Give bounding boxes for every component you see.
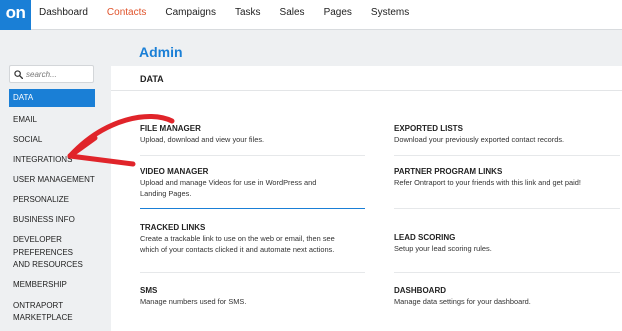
page-title: Admin bbox=[139, 44, 183, 60]
sidebar-item-social[interactable]: SOCIAL bbox=[9, 134, 95, 146]
divider-active bbox=[140, 208, 365, 209]
card-description: Download your previously exported contac… bbox=[394, 135, 565, 144]
card-partner-program-links[interactable]: PARTNER PROGRAM LINKS Refer Ontraport to… bbox=[394, 167, 594, 189]
nav-item-campaigns[interactable]: Campaigns bbox=[165, 0, 216, 30]
card-sms[interactable]: SMS Manage numbers used for SMS. bbox=[140, 286, 366, 308]
app-logo[interactable]: on bbox=[0, 0, 31, 30]
card-lead-scoring[interactable]: LEAD SCORING Setup your lead scoring rul… bbox=[394, 233, 620, 255]
card-title: FILE MANAGER bbox=[140, 124, 201, 133]
card-description: Manage numbers used for SMS. bbox=[140, 297, 247, 306]
card-description: Setup your lead scoring rules. bbox=[394, 244, 492, 253]
divider bbox=[140, 272, 365, 273]
card-title: PARTNER PROGRAM LINKS bbox=[394, 167, 503, 176]
top-navigation-bar: on Dashboard Contacts Campaigns Tasks Sa… bbox=[0, 0, 622, 30]
card-description: Upload, download and view your files. bbox=[140, 135, 265, 144]
card-title: VIDEO MANAGER bbox=[140, 167, 209, 176]
divider bbox=[394, 272, 620, 273]
nav-item-sales[interactable]: Sales bbox=[280, 0, 305, 30]
sidebar-item-personalize[interactable]: PERSONALIZE bbox=[9, 194, 95, 206]
sidebar-item-user-management[interactable]: USER MANAGEMENT bbox=[9, 174, 95, 186]
card-dashboard[interactable]: DASHBOARD Manage data settings for your … bbox=[394, 286, 620, 308]
card-video-manager[interactable]: VIDEO MANAGER Upload and manage Videos f… bbox=[140, 167, 335, 199]
main-nav: Dashboard Contacts Campaigns Tasks Sales… bbox=[39, 0, 428, 30]
sidebar-item-ontraport-marketplace[interactable]: ONTRAPORT MARKETPLACE bbox=[9, 300, 79, 325]
nav-item-tasks[interactable]: Tasks bbox=[235, 0, 261, 30]
card-description: Manage data settings for your dashboard. bbox=[394, 297, 531, 306]
sidebar-search bbox=[9, 65, 94, 83]
admin-sidebar: DATA EMAIL SOCIAL INTEGRATIONS USER MANA… bbox=[9, 89, 95, 325]
nav-item-contacts[interactable]: Contacts bbox=[107, 0, 146, 30]
sidebar-item-developer[interactable]: DEVELOPER PREFERENCES AND RESOURCES bbox=[9, 234, 89, 272]
panel-header: DATA bbox=[111, 66, 622, 91]
card-title: LEAD SCORING bbox=[394, 233, 456, 242]
sidebar-item-data[interactable]: DATA bbox=[9, 89, 95, 107]
nav-item-dashboard[interactable]: Dashboard bbox=[39, 0, 88, 30]
admin-panel: DATA FILE MANAGER Upload, download and v… bbox=[111, 66, 622, 331]
card-title: DASHBOARD bbox=[394, 286, 446, 295]
sidebar-item-membership[interactable]: MEMBERSHIP bbox=[9, 279, 95, 291]
divider bbox=[394, 208, 620, 209]
card-title: TRACKED LINKS bbox=[140, 223, 206, 232]
card-exported-lists[interactable]: EXPORTED LISTS Download your previously … bbox=[394, 124, 620, 146]
card-title: SMS bbox=[140, 286, 158, 295]
sidebar-item-email[interactable]: EMAIL bbox=[9, 114, 95, 126]
divider bbox=[140, 155, 365, 156]
sidebar-item-business-info[interactable]: BUSINESS INFO bbox=[9, 214, 95, 226]
divider bbox=[394, 155, 620, 156]
search-input[interactable] bbox=[26, 69, 90, 79]
section-title: DATA bbox=[140, 74, 164, 84]
search-icon bbox=[14, 69, 23, 79]
card-title: EXPORTED LISTS bbox=[394, 124, 463, 133]
sidebar-item-integrations[interactable]: INTEGRATIONS bbox=[9, 154, 95, 166]
card-tracked-links[interactable]: TRACKED LINKS Create a trackable link to… bbox=[140, 223, 342, 255]
nav-item-pages[interactable]: Pages bbox=[324, 0, 352, 30]
card-description: Create a trackable link to use on the we… bbox=[140, 234, 335, 254]
card-file-manager[interactable]: FILE MANAGER Upload, download and view y… bbox=[140, 124, 366, 146]
card-description: Refer Ontraport to your friends with thi… bbox=[394, 178, 581, 187]
card-description: Upload and manage Videos for use in Word… bbox=[140, 178, 317, 198]
nav-item-systems[interactable]: Systems bbox=[371, 0, 409, 30]
